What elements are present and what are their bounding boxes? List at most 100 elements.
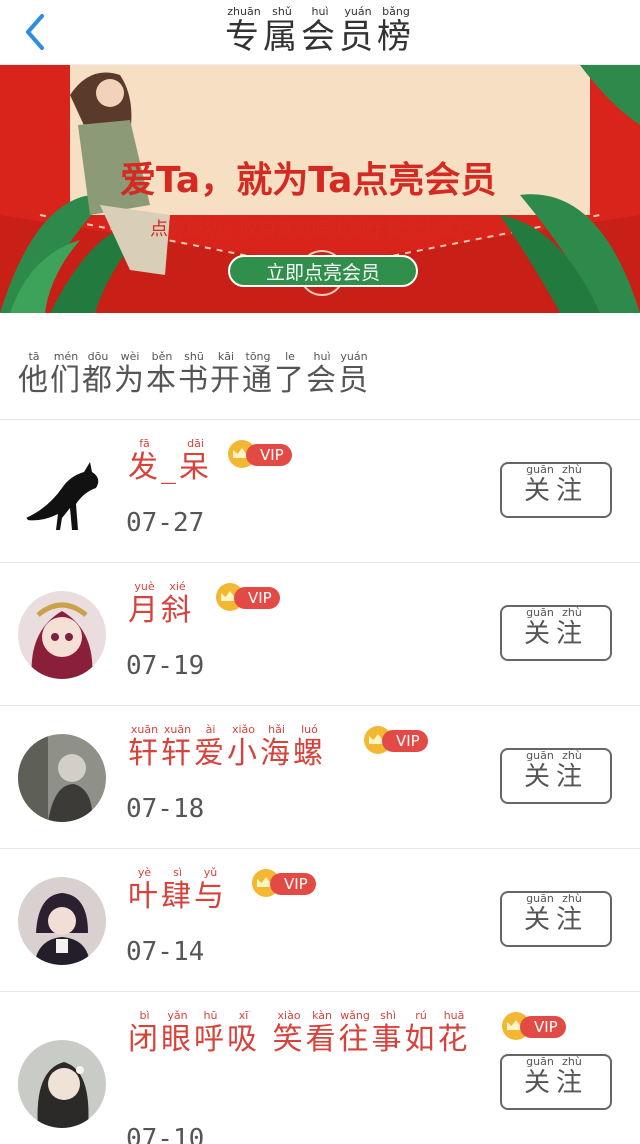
- char: 为: [114, 363, 146, 398]
- follow-button[interactable]: 关guān注zhù: [500, 891, 612, 947]
- char: 开: [210, 363, 242, 398]
- vip-label: VIP: [520, 1016, 566, 1038]
- char: 眼: [161, 1022, 194, 1057]
- ruby-char: 为wèi: [114, 350, 146, 398]
- member-row[interactable]: 月yuè斜xié VIP 07-19 关guān注zhù: [0, 563, 640, 706]
- char: 他: [18, 363, 50, 398]
- member-avatar[interactable]: [18, 877, 106, 965]
- pinyin: zhuān: [225, 5, 263, 18]
- pinyin: yǎn: [161, 1009, 194, 1022]
- char: 关: [523, 1068, 556, 1098]
- ruby-char: 们mén: [50, 350, 82, 398]
- pinyin: kàn: [305, 1009, 339, 1022]
- member-name[interactable]: 月yuè斜xié: [128, 580, 194, 634]
- char: 注: [556, 1068, 589, 1098]
- char: 如: [404, 1022, 438, 1057]
- pinyin: xié: [161, 580, 194, 593]
- banner-subline: 点亮成功，收益立刻同步到作者大大账户: [150, 219, 474, 240]
- ruby-char: 属shǔ: [263, 5, 301, 57]
- member-row[interactable]: 闭bì眼yǎn呼hū吸xī 笑xiào看kàn往wǎng事shì如rú花huā V…: [0, 992, 640, 1144]
- anime-girl-avatar: [18, 591, 106, 679]
- member-avatar[interactable]: [18, 591, 106, 679]
- follow-button[interactable]: 关guān注zhù: [500, 1054, 612, 1110]
- ruby-char: 吸xī: [227, 1009, 260, 1057]
- pinyin: tā: [18, 350, 50, 363]
- char: 与: [194, 879, 227, 914]
- char: 轩: [128, 736, 161, 771]
- pinyin: zhù: [556, 892, 588, 905]
- pinyin: xuān: [128, 723, 161, 736]
- char: 闭: [128, 1022, 161, 1057]
- ruby-char: 叶yè: [128, 866, 161, 914]
- promo-banner[interactable]: 爱Ta，就为Ta点亮会员 点亮成功，收益立刻同步到作者大大账户 立即点亮会员: [0, 65, 640, 313]
- follow-button[interactable]: 关guān注zhù: [500, 605, 612, 661]
- member-avatar[interactable]: [18, 1040, 106, 1128]
- ruby-char: 通tōng: [242, 350, 274, 398]
- char: 注: [556, 905, 589, 935]
- follow-label: 关guān注zhù: [502, 1055, 610, 1110]
- pinyin: yǔ: [194, 866, 227, 879]
- char: 员: [338, 363, 370, 398]
- pinyin: shǔ: [263, 5, 301, 18]
- follow-button[interactable]: 关guān注zhù: [500, 462, 612, 518]
- member-list: 发fā_呆dāi VIP 07-27 关guān注zhù 月yuè斜xié VIP 07-1…: [0, 420, 640, 1144]
- member-row[interactable]: 叶yè肆sì与yǔ VIP 07-14 关guān注zhù: [0, 849, 640, 992]
- follow-button[interactable]: 关guān注zhù: [500, 748, 612, 804]
- member-row[interactable]: 轩xuān轩xuān爱ài小xiǎo海hǎi螺luó VIP 07-18 关guān注…: [0, 706, 640, 849]
- char: 关: [523, 905, 556, 935]
- ruby-char: 笑xiào: [272, 1009, 306, 1057]
- ruby-char: 注zhù: [556, 892, 589, 935]
- char: 爱: [194, 736, 227, 771]
- member-avatar[interactable]: [18, 448, 106, 536]
- pinyin: xuān: [161, 723, 194, 736]
- char: 叶: [128, 879, 161, 914]
- ruby-char: 与yǔ: [194, 866, 227, 914]
- pinyin: shì: [371, 1009, 405, 1022]
- ruby-char: 螺luó: [293, 723, 326, 771]
- ruby-char: 小xiǎo: [227, 723, 260, 771]
- pinyin: ài: [194, 723, 227, 736]
- char: 榜: [377, 17, 415, 57]
- member-date: 07-10: [126, 1124, 205, 1144]
- pinyin: guān: [523, 749, 556, 762]
- pinyin: kāi: [210, 350, 242, 363]
- pinyin: le: [274, 350, 306, 363]
- pinyin: huì: [301, 5, 339, 18]
- ruby-char: 员yuán: [338, 350, 370, 398]
- pinyin: zhù: [556, 1055, 588, 1068]
- ruby-char: 海hǎi: [260, 723, 293, 771]
- top-bar: 专zhuān属shǔ会huì员yuán榜bǎng: [0, 0, 640, 65]
- black-cat-avatar: [18, 448, 106, 536]
- member-name[interactable]: 发fā_呆dāi: [128, 437, 212, 491]
- member-row[interactable]: 发fā_呆dāi VIP 07-27 关guān注zhù: [0, 420, 640, 563]
- char: 发: [128, 450, 161, 485]
- ruby-char: 爱ài: [194, 723, 227, 771]
- pinyin: dōu: [82, 350, 114, 363]
- pinyin: bǎng: [377, 5, 415, 18]
- pinyin: yuè: [128, 580, 161, 593]
- ruby-char: 注zhù: [556, 463, 588, 506]
- char: 书: [178, 363, 210, 398]
- pinyin: luó: [293, 723, 326, 736]
- char: 专: [225, 17, 263, 57]
- ruby-char: 会huì: [306, 350, 338, 398]
- member-name[interactable]: 闭bì眼yǎn呼hū吸xī 笑xiào看kàn往wǎng事shì如rú花huā: [128, 1009, 488, 1063]
- pinyin: guān: [523, 463, 556, 476]
- pinyin: huā: [437, 1009, 471, 1022]
- light-up-membership-button[interactable]: 立即点亮会员: [228, 255, 418, 287]
- pinyin: xiào: [272, 1009, 306, 1022]
- member-name[interactable]: 轩xuān轩xuān爱ài小xiǎo海hǎi螺luó: [128, 723, 326, 777]
- pinyin: xiǎo: [227, 723, 260, 736]
- char: 关: [523, 762, 556, 792]
- follow-label: 关guān注zhù: [502, 606, 610, 661]
- member-avatar[interactable]: [18, 734, 106, 822]
- ruby-char: 专zhuān: [225, 5, 263, 57]
- char: 笑: [272, 1022, 306, 1057]
- ruby-char: 发fā: [128, 437, 161, 485]
- photo-avatar: [18, 734, 106, 822]
- banner-headline: 爱Ta，就为Ta点亮会员: [120, 160, 497, 201]
- ruby-char: 关guān: [523, 749, 556, 792]
- char: 们: [50, 363, 82, 398]
- member-name[interactable]: 叶yè肆sì与yǔ: [128, 866, 227, 920]
- pinyin: yè: [128, 866, 161, 879]
